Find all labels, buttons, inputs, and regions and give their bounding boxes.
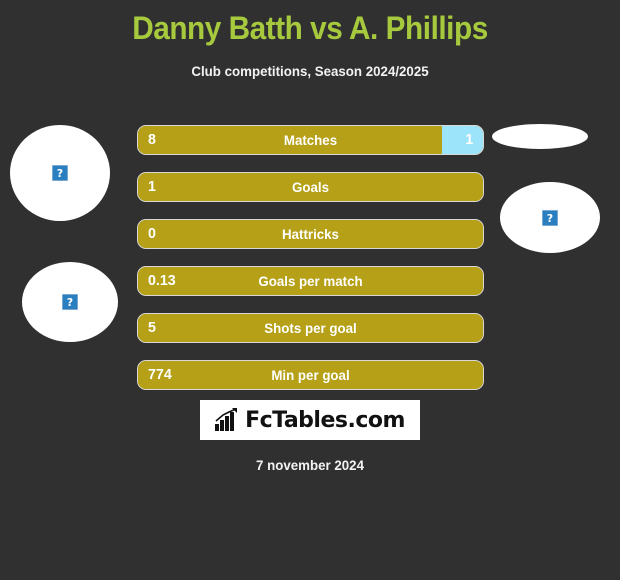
page-title: Danny Batth vs A. Phillips xyxy=(132,10,488,46)
bar-chart-trend-icon xyxy=(215,408,238,431)
stat-label: Goals xyxy=(292,179,329,195)
fctables-logo[interactable]: FcTables.com xyxy=(200,400,420,440)
stat-label: Goals per match xyxy=(258,273,363,289)
stat-label: Hattricks xyxy=(282,226,339,242)
page-subtitle: Club competitions, Season 2024/2025 xyxy=(191,63,429,79)
table-row: 0 Hattricks xyxy=(137,219,484,249)
broken-image-icon: ? xyxy=(542,209,558,226)
broken-image-icon: ? xyxy=(52,165,68,181)
footer-date: 7 november 2024 xyxy=(256,457,364,473)
avatar-home-club: ? xyxy=(22,262,118,342)
stat-value-away: 1 xyxy=(465,131,473,148)
stats-bar-list: 8 Matches 1 1 Goals 0 Hattricks 0.13 Goa… xyxy=(137,125,484,407)
table-row: 1 Goals xyxy=(137,172,484,202)
table-row: 0.13 Goals per match xyxy=(137,266,484,296)
table-row: 774 Min per goal xyxy=(137,360,484,390)
avatar-away-player xyxy=(492,124,588,149)
logo-text: FcTables.com xyxy=(245,407,405,433)
table-row: 8 Matches 1 xyxy=(137,125,484,155)
table-row: 5 Shots per goal xyxy=(137,313,484,343)
avatar-away-club: ? xyxy=(500,182,600,253)
broken-image-icon: ? xyxy=(62,294,78,310)
stat-label: Min per goal xyxy=(271,367,350,383)
avatar-home-player: ? xyxy=(10,125,110,221)
stat-comparison-card: Danny Batth vs A. Phillips Club competit… xyxy=(0,0,620,580)
stat-label: Matches xyxy=(283,132,338,148)
stat-label: Shots per goal xyxy=(264,320,357,336)
